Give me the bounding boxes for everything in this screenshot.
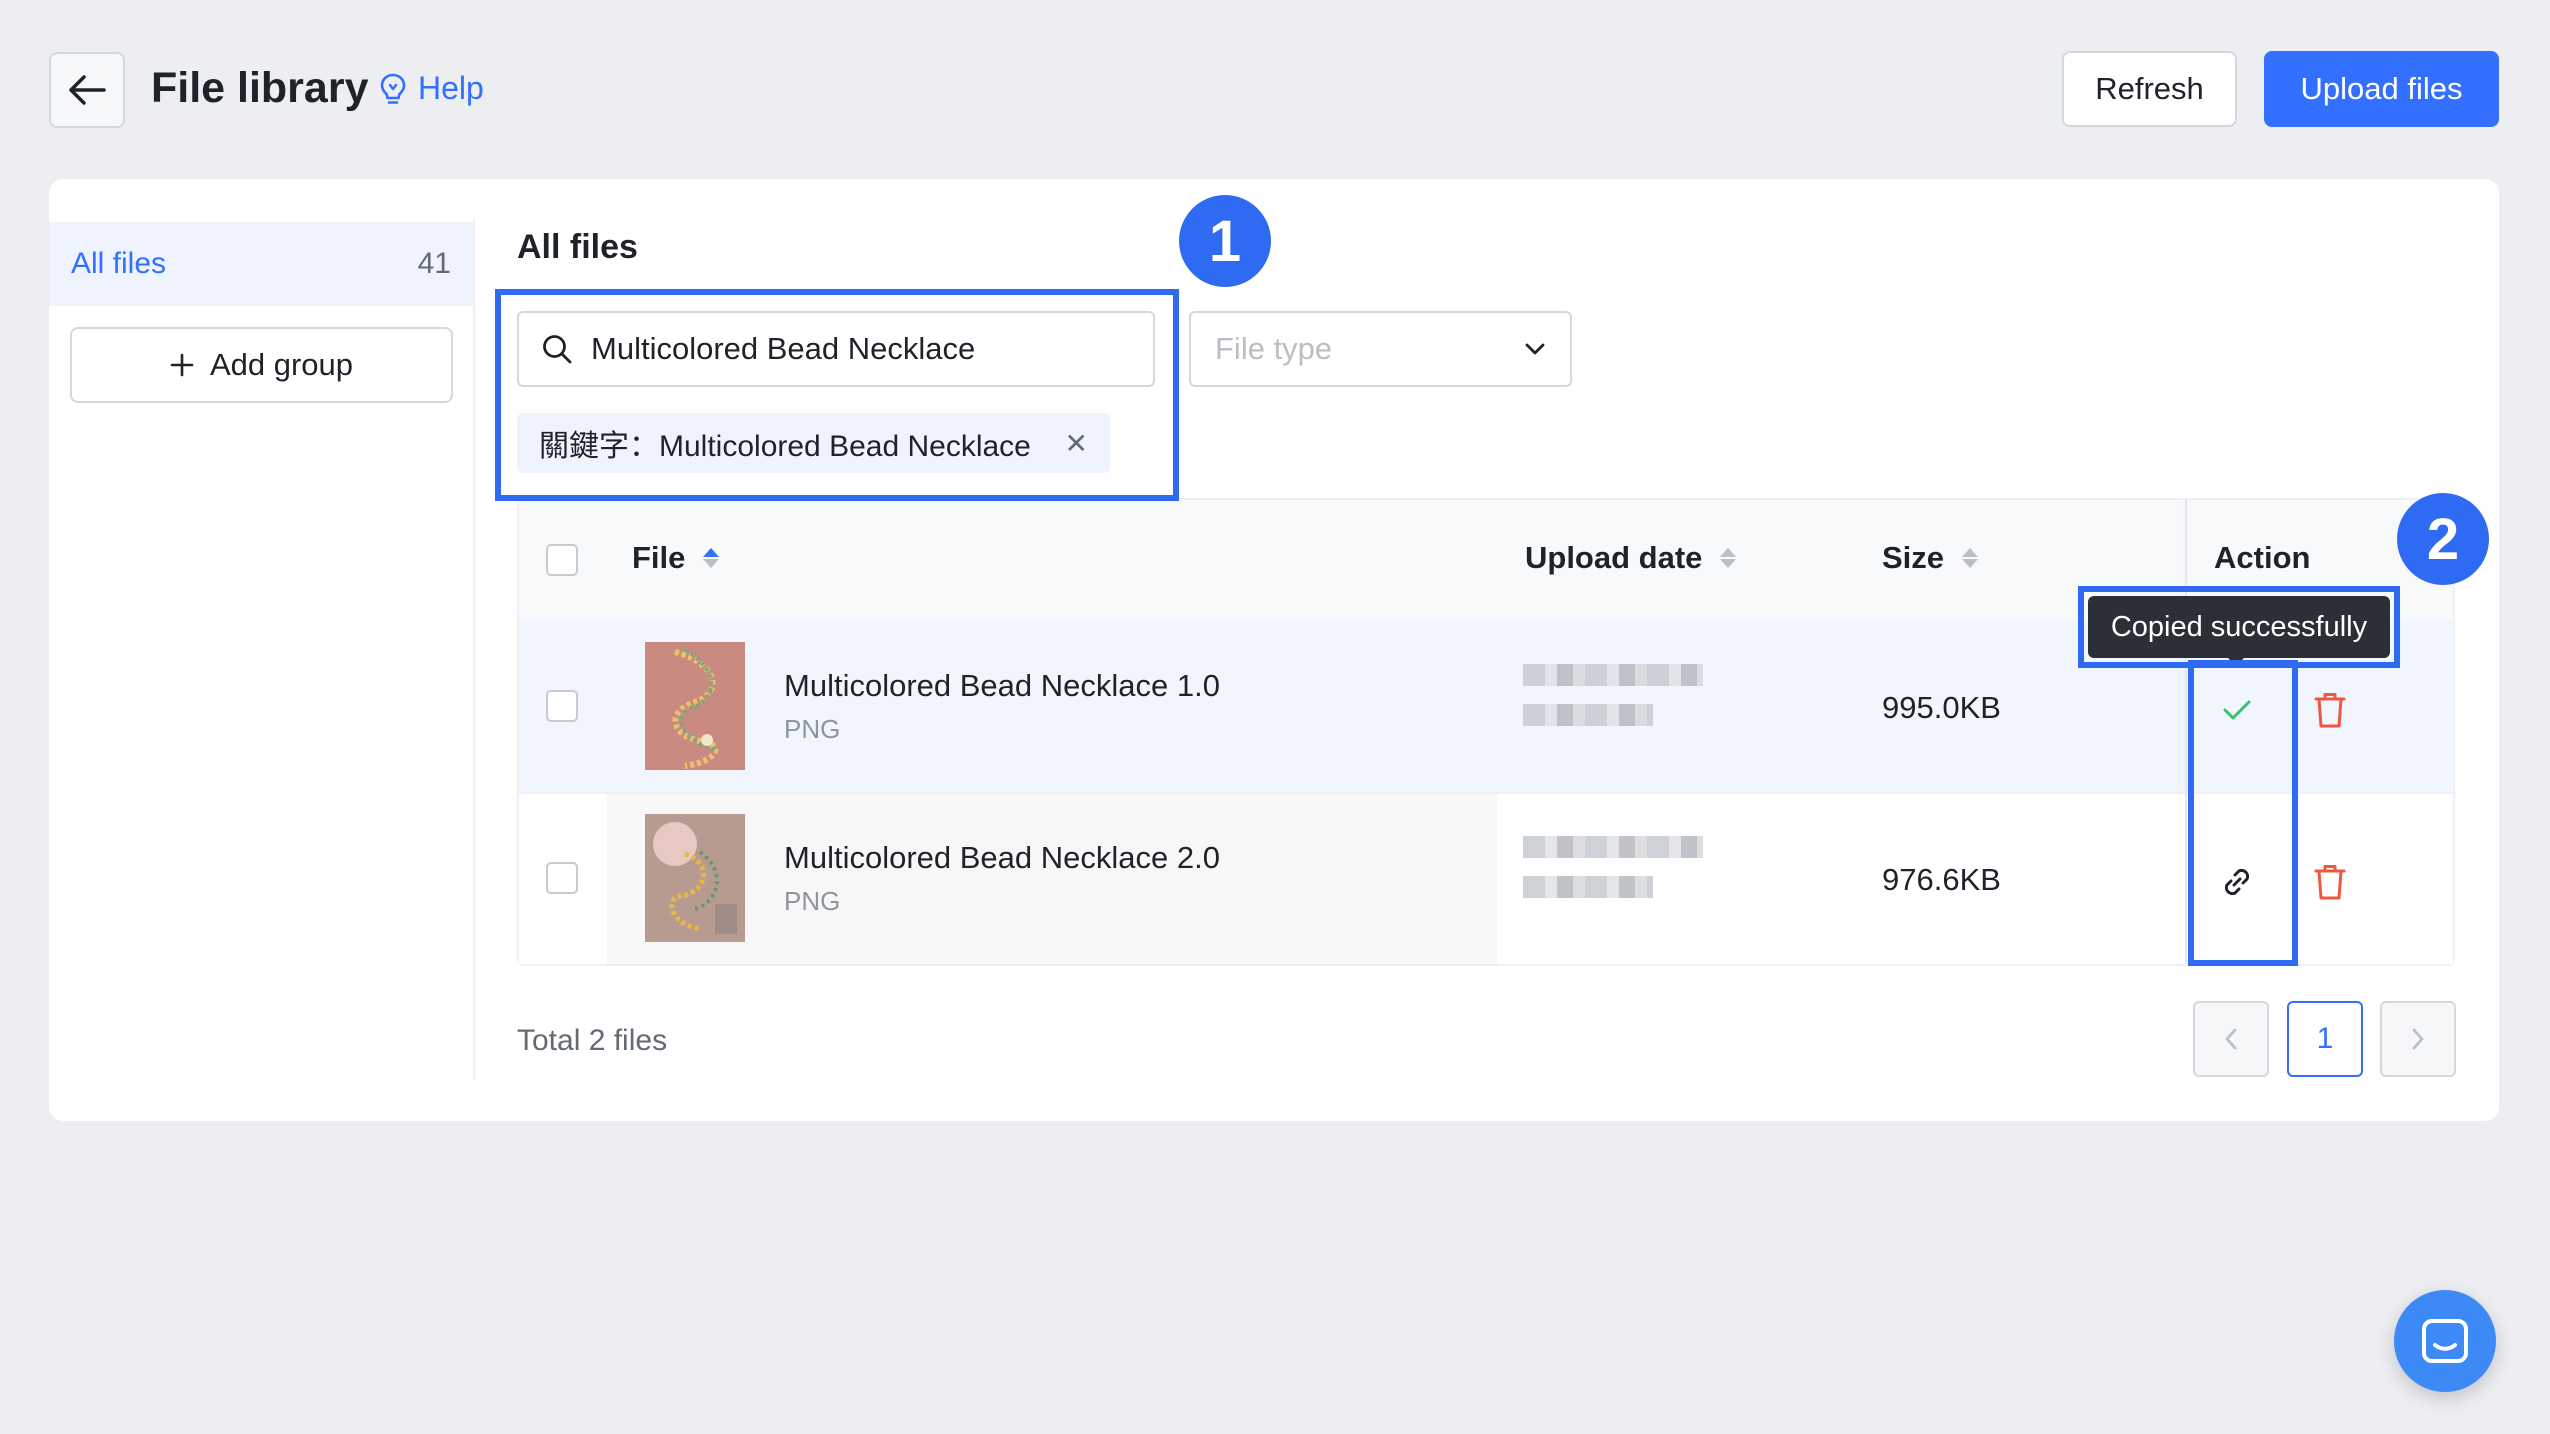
help-link[interactable]: Help (380, 70, 484, 107)
back-button[interactable] (49, 52, 125, 128)
page-number-button[interactable]: 1 (2287, 1001, 2363, 1077)
necklace-image (645, 814, 745, 942)
step-badge-1: 1 (1179, 195, 1271, 287)
sidebar-item-count: 41 (417, 247, 451, 280)
column-header-upload-date[interactable]: Upload date (1525, 540, 1737, 576)
chevron-right-icon (2412, 1028, 2424, 1050)
sort-icon[interactable] (1720, 548, 1737, 568)
sort-icon[interactable] (703, 548, 720, 568)
file-type: PNG (784, 714, 841, 744)
sidebar-item-label: All files (71, 247, 167, 280)
column-label: Action (2214, 540, 2311, 575)
chat-icon (2422, 1319, 2468, 1363)
file-size: 995.0KB (1882, 690, 2001, 725)
file-size: 976.6KB (1882, 862, 2001, 897)
total-files-text: Total 2 files (517, 1024, 668, 1057)
row-checkbox[interactable] (546, 862, 578, 894)
action-highlight-box (2188, 660, 2298, 966)
delete-button[interactable] (2306, 686, 2354, 734)
help-label: Help (418, 70, 484, 106)
upload-date-redacted (1523, 836, 1703, 898)
search-highlight-box (495, 289, 1179, 501)
page-title: File library (151, 64, 369, 112)
add-group-button[interactable]: Add group (70, 327, 453, 403)
row-checkbox[interactable] (546, 690, 578, 722)
file-type: PNG (784, 886, 841, 916)
trash-icon (2314, 865, 2346, 900)
tooltip-highlight-box (2078, 586, 2400, 668)
necklace-image (645, 642, 745, 770)
column-label: Upload date (1525, 540, 1703, 575)
sidebar-item-all-files[interactable]: All files 41 (49, 222, 473, 306)
arrow-left-icon (69, 75, 106, 105)
column-header-file[interactable]: File (632, 540, 720, 576)
file-name[interactable]: Multicolored Bead Necklace 1.0 (784, 668, 1220, 704)
file-type-select[interactable]: File type (1189, 311, 1572, 387)
chevron-left-icon (2225, 1028, 2237, 1050)
add-group-label: Add group (209, 347, 354, 382)
action-column-divider (2185, 500, 2187, 964)
column-header-size[interactable]: Size (1882, 540, 1979, 576)
trash-icon (2314, 693, 2346, 728)
file-thumbnail (645, 814, 745, 942)
column-header-action: Action (2214, 540, 2310, 576)
refresh-button[interactable]: Refresh (2062, 51, 2237, 127)
lightbulb-icon (380, 73, 406, 104)
column-label: Size (1882, 540, 1945, 575)
prev-page-button[interactable] (2193, 1001, 2269, 1077)
upload-date-redacted (1523, 664, 1703, 726)
file-name[interactable]: Multicolored Bead Necklace 2.0 (784, 840, 1220, 876)
sort-icon[interactable] (1962, 548, 1979, 568)
file-type-placeholder: File type (1215, 331, 1333, 366)
sidebar-divider (473, 220, 475, 1080)
column-label: File (632, 540, 686, 575)
file-thumbnail (645, 642, 745, 770)
step-badge-2: 2 (2397, 493, 2489, 585)
select-all-checkbox[interactable] (546, 544, 578, 576)
chat-launcher-button[interactable] (2394, 1290, 2496, 1392)
delete-button[interactable] (2306, 858, 2354, 906)
next-page-button[interactable] (2380, 1001, 2456, 1077)
plus-icon (170, 353, 194, 377)
section-title: All files (517, 228, 638, 266)
chevron-down-icon (1525, 343, 1545, 355)
upload-files-button[interactable]: Upload files (2264, 51, 2499, 127)
